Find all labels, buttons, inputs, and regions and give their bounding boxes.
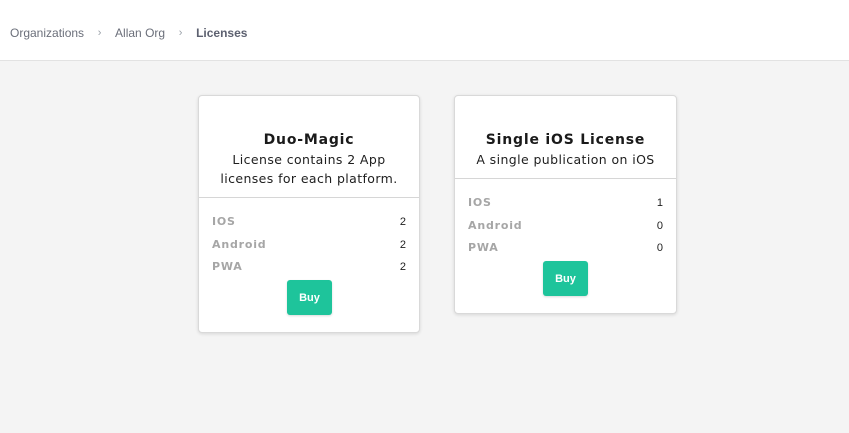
license-card-header: Single iOS License A single publication … [455,96,676,179]
license-card-duo-magic: Duo-Magic License contains 2 App license… [198,95,420,333]
license-description-line: licenses for each platform. [220,171,398,186]
platform-count: 0 [656,242,663,254]
platform-label: Android [212,237,267,251]
platform-label: IOS [212,215,236,228]
breadcrumb-allan-org[interactable]: Allan Org [115,26,165,40]
license-title: Duo-Magic [263,132,355,148]
platform-row-ios: IOS 2 [212,211,406,234]
platform-list: IOS 1 Android 0 PWA 0 [455,179,676,260]
license-description: A single publication on iOS [455,150,676,169]
breadcrumb-organizations[interactable]: Organizations [10,26,84,40]
breadcrumb-licenses: Licenses [196,26,248,40]
chevron-right-icon: › [97,27,102,39]
license-description-line: License contains 2 App [232,152,386,167]
platform-list: IOS 2 Android 2 PWA 2 [199,198,419,279]
breadcrumb: Organizations › Allan Org › Licenses [10,26,247,40]
buy-button[interactable]: Buy [543,261,588,296]
platform-row-ios: IOS 1 [468,192,663,215]
license-description-line: A single publication on iOS [476,152,655,167]
platform-count: 2 [399,238,406,251]
platform-count: 2 [399,261,406,273]
license-card-single-ios: Single iOS License A single publication … [454,95,677,314]
buy-button[interactable]: Buy [287,280,332,315]
platform-label: Android [468,218,523,232]
platform-label: PWA [468,241,499,254]
chevron-right-icon: › [178,27,183,39]
license-description: License contains 2 App licenses for each… [199,150,419,188]
platform-row-pwa: PWA 2 [212,256,406,279]
platform-count: 1 [656,197,663,209]
platform-label: PWA [212,260,243,273]
platform-row-pwa: PWA 0 [468,237,663,260]
license-title: Single iOS License [485,132,646,148]
platform-label: IOS [468,196,492,209]
platform-count: 2 [399,216,406,228]
platform-row-android: Android 0 [468,215,663,238]
platform-count: 0 [656,219,663,232]
top-bar: Organizations › Allan Org › Licenses [0,0,849,61]
platform-row-android: Android 2 [212,234,406,257]
license-card-header: Duo-Magic License contains 2 App license… [199,96,419,198]
